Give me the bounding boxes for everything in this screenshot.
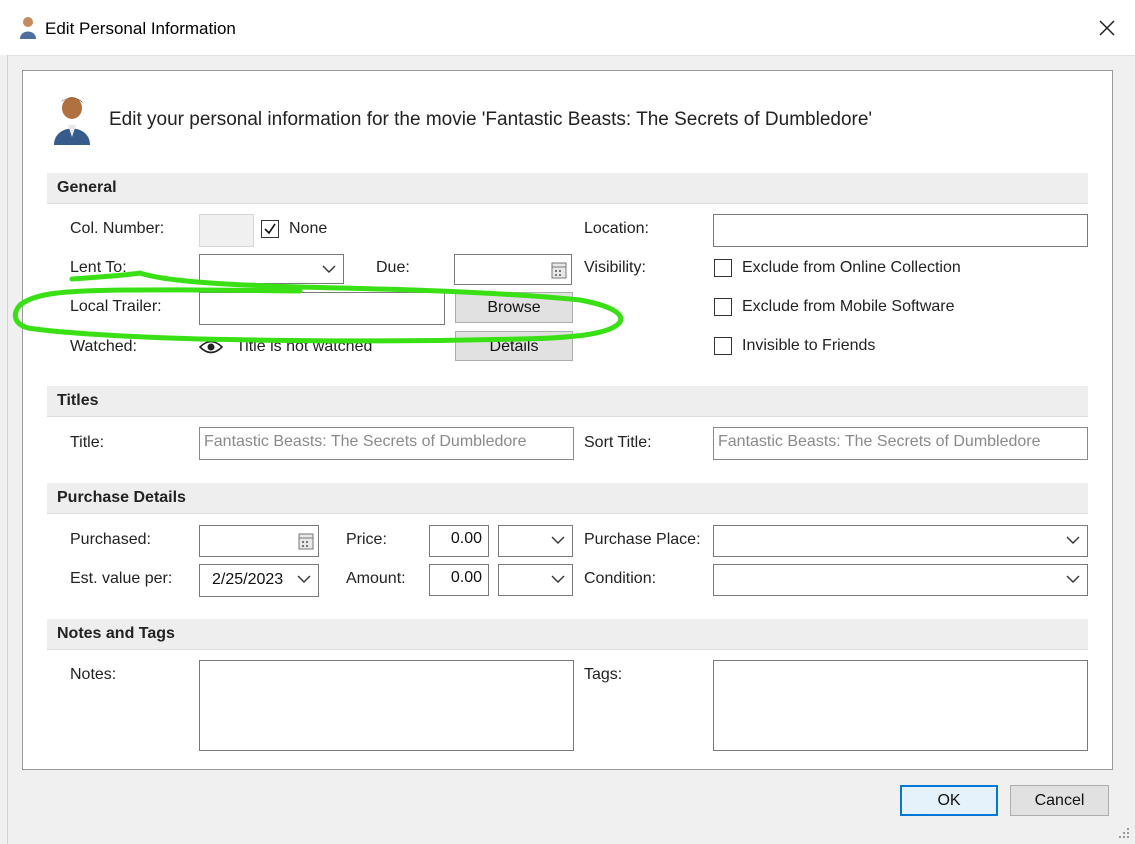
section-titles: Titles [47, 386, 1088, 417]
amount-label: Amount: [346, 570, 406, 587]
details-button[interactable]: Details [455, 331, 573, 361]
header-description: Edit your personal information for the m… [109, 109, 873, 130]
invisible-friends-checkbox[interactable] [714, 337, 732, 355]
chevron-down-icon [1066, 536, 1080, 544]
notes-textarea[interactable] [199, 660, 574, 751]
purchase-place-label: Purchase Place: [584, 531, 701, 548]
section-notes-tags: Notes and Tags [47, 619, 1088, 650]
amount-currency-dropdown[interactable] [498, 564, 573, 596]
price-label: Price: [346, 531, 387, 548]
col-number-label: Col. Number: [70, 220, 165, 237]
browse-button[interactable]: Browse [455, 292, 573, 323]
chevron-down-icon [551, 536, 565, 544]
visibility-label: Visibility: [584, 259, 646, 276]
close-icon[interactable] [1094, 15, 1120, 41]
price-currency-dropdown[interactable] [498, 525, 573, 557]
watched-label: Watched: [70, 338, 137, 355]
condition-label: Condition: [584, 570, 657, 587]
none-checkbox[interactable] [261, 220, 279, 238]
sort-title-label: Sort Title: [584, 434, 652, 451]
user-icon [54, 97, 90, 145]
exclude-mobile-checkbox[interactable] [714, 298, 732, 316]
amount-value: 0.00 [450, 569, 482, 586]
due-date-input[interactable] [454, 254, 572, 285]
checkmark-icon [264, 223, 276, 235]
purchased-label: Purchased: [70, 531, 151, 548]
tags-label: Tags: [584, 666, 623, 683]
exclude-online-checkbox[interactable] [714, 259, 732, 277]
tags-textarea[interactable] [713, 660, 1088, 751]
exclude-mobile-label: Exclude from Mobile Software [742, 298, 955, 315]
local-trailer-input[interactable] [199, 292, 445, 325]
ok-button[interactable]: OK [900, 785, 998, 816]
person-icon [20, 17, 36, 39]
lent-to-dropdown[interactable] [199, 254, 344, 284]
lent-to-label: Lent To: [70, 259, 127, 276]
title-label: Title: [70, 434, 105, 451]
window-titlebar: Edit Personal Information [0, 0, 1135, 56]
sort-title-input[interactable]: Fantastic Beasts: The Secrets of Dumbled… [713, 427, 1088, 460]
location-input[interactable] [713, 214, 1088, 247]
due-label: Due: [376, 259, 410, 276]
est-value-date: 2/25/2023 [212, 571, 284, 588]
local-trailer-label: Local Trailer: [70, 298, 162, 315]
chevron-down-icon [551, 575, 565, 583]
section-purchase-details: Purchase Details [47, 483, 1088, 514]
exclude-online-label: Exclude from Online Collection [742, 259, 961, 276]
price-value: 0.00 [450, 530, 482, 547]
purchase-place-dropdown[interactable] [713, 525, 1088, 557]
est-value-date-dropdown[interactable]: 2/25/2023 [199, 564, 319, 597]
chevron-down-icon [322, 265, 336, 273]
location-label: Location: [584, 220, 649, 237]
purchased-date-input[interactable] [199, 525, 319, 557]
cancel-button[interactable]: Cancel [1010, 785, 1109, 816]
none-label: None [289, 220, 328, 237]
amount-input[interactable]: 0.00 [429, 564, 489, 596]
title-input[interactable]: Fantastic Beasts: The Secrets of Dumbled… [199, 427, 574, 460]
section-general: General [47, 173, 1088, 204]
calendar-icon[interactable] [551, 261, 567, 279]
notes-label: Notes: [70, 666, 117, 683]
invisible-friends-label: Invisible to Friends [742, 337, 876, 354]
resize-grip-icon[interactable] [1117, 826, 1131, 840]
eye-icon[interactable] [199, 339, 223, 355]
col-number-field [199, 214, 254, 247]
watched-status: Title is not watched [236, 338, 373, 355]
condition-dropdown[interactable] [713, 564, 1088, 596]
calendar-icon[interactable] [298, 532, 314, 550]
chevron-down-icon [1066, 575, 1080, 583]
est-value-label: Est. value per: [70, 570, 173, 587]
chevron-down-icon [297, 575, 311, 583]
price-input[interactable]: 0.00 [429, 525, 489, 557]
window-title: Edit Personal Information [45, 19, 236, 38]
window-edge [0, 55, 8, 844]
